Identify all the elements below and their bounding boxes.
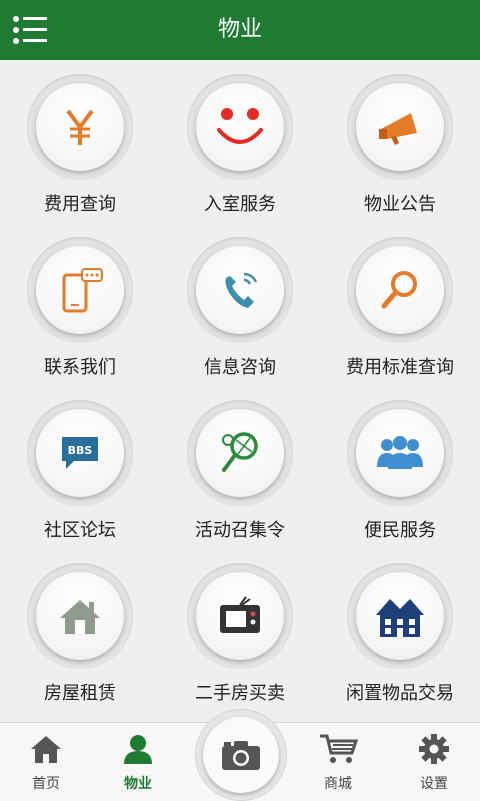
phone-message-icon [62, 268, 103, 313]
tab-property[interactable]: 物业 [100, 723, 176, 801]
header-bar: 物业 [0, 0, 480, 60]
grid-item-label: 二手房买卖 [195, 683, 285, 704]
home-icon [31, 736, 61, 763]
grid-item-label: 费用标准查询 [346, 357, 454, 378]
grid-item-idle-goods[interactable]: 闲置物品交易 [320, 549, 480, 711]
grid-item-activity-call[interactable]: 活动召集令 [160, 386, 320, 548]
grid-item-label: 物业公告 [364, 194, 436, 215]
grid-item-label: 入室服务 [204, 194, 276, 215]
grid-item-contact-us[interactable]: 联系我们 [0, 223, 160, 385]
bbs-chat-icon: BBS [62, 437, 98, 469]
magnifier-icon [381, 271, 417, 309]
grid-item-announcements[interactable]: 物业公告 [320, 60, 480, 222]
grid-item-info-consult[interactable]: 信息咨询 [160, 223, 320, 385]
grid-item-label: 费用查询 [44, 194, 116, 215]
page-title: 物业 [217, 17, 262, 42]
tv-icon [220, 596, 260, 633]
tennis-racket-icon [222, 432, 258, 472]
camera-icon [222, 741, 260, 770]
tab-label: 设置 [420, 776, 448, 792]
grid-item-house-rental[interactable]: 房屋租赁 [0, 549, 160, 711]
grid-item-label: 房屋租赁 [44, 683, 116, 704]
telephone-handset-icon [225, 272, 258, 308]
grid-item-label: 信息咨询 [204, 357, 276, 378]
person-icon [124, 735, 152, 764]
grid-item-label: 闲置物品交易 [346, 683, 454, 704]
grid-item-label: 联系我们 [44, 357, 116, 378]
grid-item-second-hand-house[interactable]: 二手房买卖 [160, 549, 320, 711]
people-group-icon [377, 436, 423, 469]
service-grid: 费用查询 入室服务 物业公告 联系我们 信息咨询 费用标准查询 BBS 社区论坛… [0, 60, 480, 720]
yen-icon [66, 109, 94, 145]
tab-label: 商城 [324, 776, 352, 792]
grid-item-in-home-service[interactable]: 入室服务 [160, 60, 320, 222]
camera-button[interactable] [195, 709, 287, 801]
building-icon [376, 599, 424, 637]
grid-item-fee-inquiry[interactable]: 费用查询 [0, 60, 160, 222]
tab-label: 首页 [32, 776, 60, 792]
grid-item-convenience[interactable]: 便民服务 [320, 386, 480, 548]
grid-item-forum[interactable]: BBS 社区论坛 [0, 386, 160, 548]
tab-label: 物业 [124, 776, 152, 792]
smiley-icon [217, 108, 263, 144]
megaphone-icon [379, 113, 417, 145]
tab-settings[interactable]: 设置 [396, 723, 472, 801]
tab-home[interactable]: 首页 [8, 723, 84, 801]
grid-item-label: 社区论坛 [44, 520, 116, 541]
gear-icon [419, 734, 449, 764]
cart-icon [320, 734, 358, 763]
grid-item-label: 便民服务 [364, 520, 436, 541]
grid-item-label: 活动召集令 [195, 520, 285, 541]
tab-mall[interactable]: 商城 [300, 723, 376, 801]
house-icon [60, 600, 100, 634]
bottom-tab-bar: 首页 物业 商城 设置 [0, 709, 480, 801]
grid-item-fee-standard[interactable]: 费用标准查询 [320, 223, 480, 385]
svg-text:BBS: BBS [68, 444, 93, 457]
